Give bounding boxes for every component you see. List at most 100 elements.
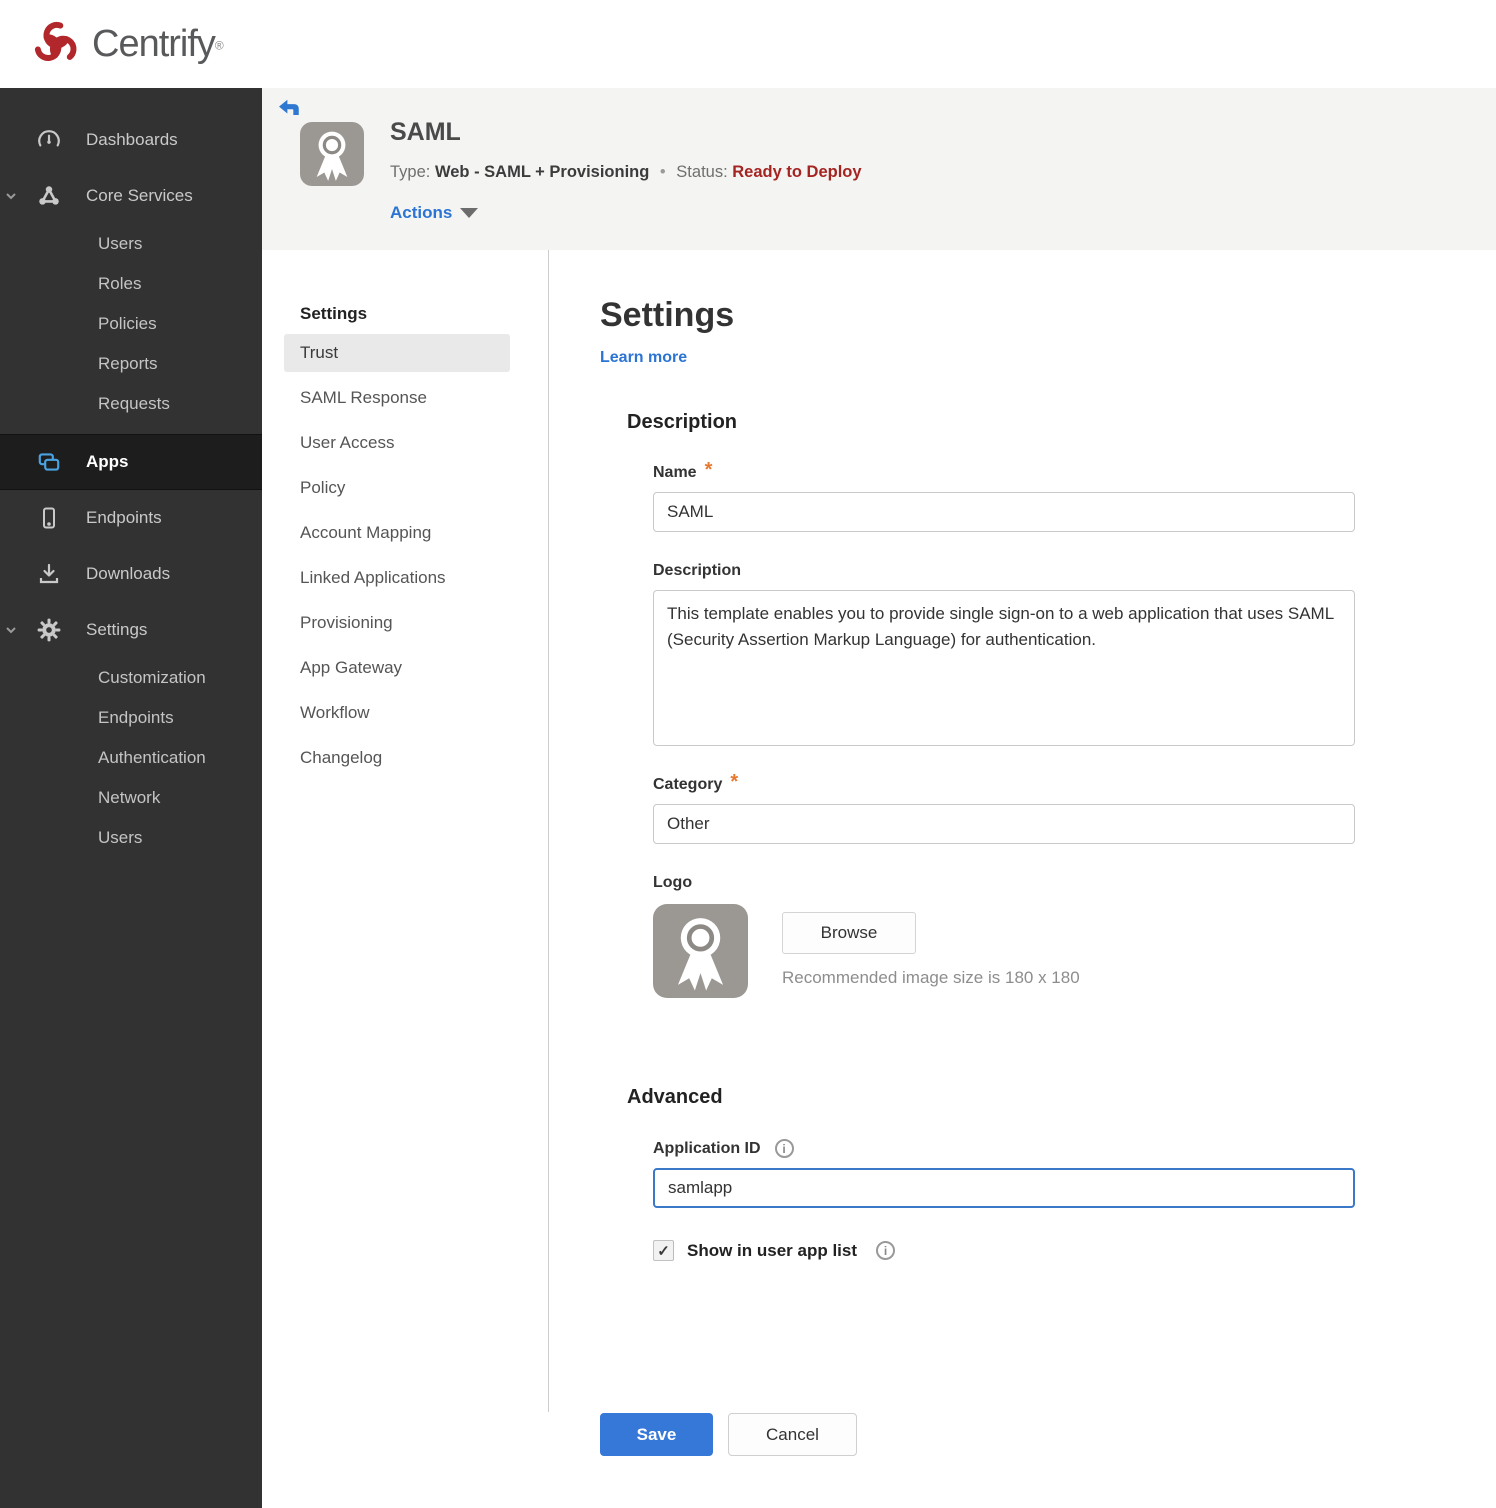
- sidebar-subitem-label: Users: [98, 828, 143, 847]
- sidebar-item-reports[interactable]: Reports: [0, 344, 262, 384]
- info-icon[interactable]: [876, 1241, 896, 1260]
- sidebar-item-label: Downloads: [86, 564, 171, 583]
- subnav-item-user-access[interactable]: User Access: [284, 424, 510, 462]
- chevron-down-icon: [6, 627, 16, 634]
- brand-logo: Centrify®: [30, 18, 224, 70]
- app-header: SAML Type: Web - SAML + Provisioning • S…: [262, 88, 1496, 250]
- subnav-item-trust[interactable]: Trust: [284, 334, 510, 372]
- chevron-down-icon: [6, 193, 16, 200]
- show-in-user-app-list-checkbox[interactable]: [653, 1240, 674, 1261]
- sidebar-item-settings[interactable]: Settings: [0, 602, 262, 658]
- type-label: Type:: [390, 163, 431, 181]
- subnav-item-account-mapping[interactable]: Account Mapping: [284, 514, 510, 552]
- settings-form: Settings Learn more Description Name * D…: [549, 250, 1496, 1456]
- centrify-swirl-icon: [34, 22, 77, 61]
- mobile-icon: [36, 505, 62, 531]
- sidebar-item-customization[interactable]: Customization: [0, 658, 262, 698]
- category-label: Category *: [653, 771, 1496, 794]
- learn-more-link[interactable]: Learn more: [600, 349, 687, 367]
- sidebar-item-requests[interactable]: Requests: [0, 384, 262, 424]
- category-label-text: Category: [653, 776, 723, 793]
- subnav-item-saml-response[interactable]: SAML Response: [284, 379, 510, 417]
- sidebar-subitem-label: Endpoints: [98, 708, 174, 727]
- sidebar: Dashboards Core Services Users Roles Pol…: [0, 88, 262, 1508]
- description-label-text: Description: [653, 562, 742, 579]
- application-id-label-text: Application ID: [653, 1139, 761, 1157]
- advanced-section-heading: Advanced: [627, 1086, 723, 1108]
- name-label-text: Name: [653, 464, 697, 481]
- actions-menu-button[interactable]: Actions: [390, 203, 479, 223]
- download-icon: [36, 561, 62, 587]
- application-id-label: Application ID: [653, 1139, 1496, 1158]
- status-badge: Ready to Deploy: [732, 163, 862, 181]
- sidebar-item-label: Endpoints: [86, 508, 162, 527]
- info-icon[interactable]: [774, 1139, 794, 1158]
- brand-name: Centrify: [92, 23, 216, 65]
- sidebar-subitem-label: Roles: [98, 274, 142, 293]
- sidebar-item-endpoints[interactable]: Endpoints: [0, 490, 262, 546]
- award-ribbon-icon: [316, 131, 348, 181]
- back-arrow-icon[interactable]: [276, 96, 302, 122]
- top-bar: Centrify®: [0, 0, 1496, 88]
- sidebar-item-apps[interactable]: Apps: [0, 434, 262, 490]
- application-id-input[interactable]: [653, 1168, 1355, 1208]
- sidebar-item-roles[interactable]: Roles: [0, 264, 262, 304]
- required-marker: *: [704, 459, 713, 481]
- actions-label: Actions: [390, 203, 453, 222]
- subnav-item-policy[interactable]: Policy: [284, 469, 510, 507]
- content-area: Settings Trust SAML Response User Access…: [262, 250, 1496, 1456]
- gauge-icon: [36, 127, 62, 153]
- subnav-heading: Settings: [300, 304, 368, 323]
- description-textarea[interactable]: This template enables you to provide sin…: [653, 590, 1355, 746]
- browse-button[interactable]: Browse: [782, 912, 916, 954]
- status-label: Status:: [676, 163, 728, 181]
- cancel-button[interactable]: Cancel: [728, 1413, 857, 1456]
- subnav-item-workflow[interactable]: Workflow: [284, 694, 510, 732]
- apps-icon: [36, 449, 62, 475]
- show-in-user-app-list-label: Show in user app list: [687, 1240, 858, 1260]
- sidebar-item-users-settings[interactable]: Users: [0, 818, 262, 858]
- brand-trademark: ®: [214, 38, 224, 53]
- logo-label: Logo: [653, 874, 1496, 892]
- sidebar-item-label: Settings: [86, 620, 148, 639]
- sidebar-item-label: Apps: [86, 452, 129, 471]
- sidebar-subitem-label: Authentication: [98, 748, 206, 767]
- subnav-item-linked-applications[interactable]: Linked Applications: [284, 559, 510, 597]
- sidebar-item-users[interactable]: Users: [0, 224, 262, 264]
- save-button[interactable]: Save: [600, 1413, 713, 1456]
- required-marker: *: [730, 771, 739, 793]
- name-label: Name *: [653, 459, 1496, 482]
- sidebar-subitem-label: Customization: [98, 668, 206, 687]
- sidebar-item-downloads[interactable]: Downloads: [0, 546, 262, 602]
- gear-icon: [36, 617, 62, 643]
- logo-size-hint: Recommended image size is 180 x 180: [782, 968, 1080, 987]
- sidebar-item-authentication[interactable]: Authentication: [0, 738, 262, 778]
- name-input[interactable]: [653, 492, 1355, 532]
- app-meta: Type: Web - SAML + Provisioning • Status…: [390, 163, 862, 182]
- award-ribbon-icon: [677, 918, 724, 991]
- sidebar-item-policies[interactable]: Policies: [0, 304, 262, 344]
- sidebar-item-core-services[interactable]: Core Services: [0, 168, 262, 224]
- core-services-icon: [36, 183, 62, 209]
- app-logo: [300, 122, 364, 186]
- logo-label-text: Logo: [653, 874, 693, 891]
- caret-down-icon: [460, 208, 479, 218]
- sidebar-item-label: Dashboards: [86, 130, 178, 149]
- meta-separator: •: [659, 163, 666, 181]
- sidebar-item-network[interactable]: Network: [0, 778, 262, 818]
- sidebar-item-endpoints-settings[interactable]: Endpoints: [0, 698, 262, 738]
- sidebar-subitem-label: Requests: [98, 394, 170, 413]
- sidebar-subitem-label: Network: [98, 788, 161, 807]
- sidebar-subitem-label: Policies: [98, 314, 157, 333]
- type-value: Web - SAML + Provisioning: [434, 163, 650, 181]
- description-label: Description: [653, 562, 1496, 580]
- sidebar-item-dashboards[interactable]: Dashboards: [0, 112, 262, 168]
- app-title: SAML: [390, 118, 461, 146]
- settings-subnav: Settings Trust SAML Response User Access…: [262, 250, 549, 1412]
- subnav-item-app-gateway[interactable]: App Gateway: [284, 649, 510, 687]
- subnav-item-provisioning[interactable]: Provisioning: [284, 604, 510, 642]
- subnav-item-changelog[interactable]: Changelog: [284, 739, 510, 777]
- sidebar-item-label: Core Services: [86, 186, 193, 205]
- sidebar-subitem-label: Reports: [98, 354, 158, 373]
- category-input[interactable]: [653, 804, 1355, 844]
